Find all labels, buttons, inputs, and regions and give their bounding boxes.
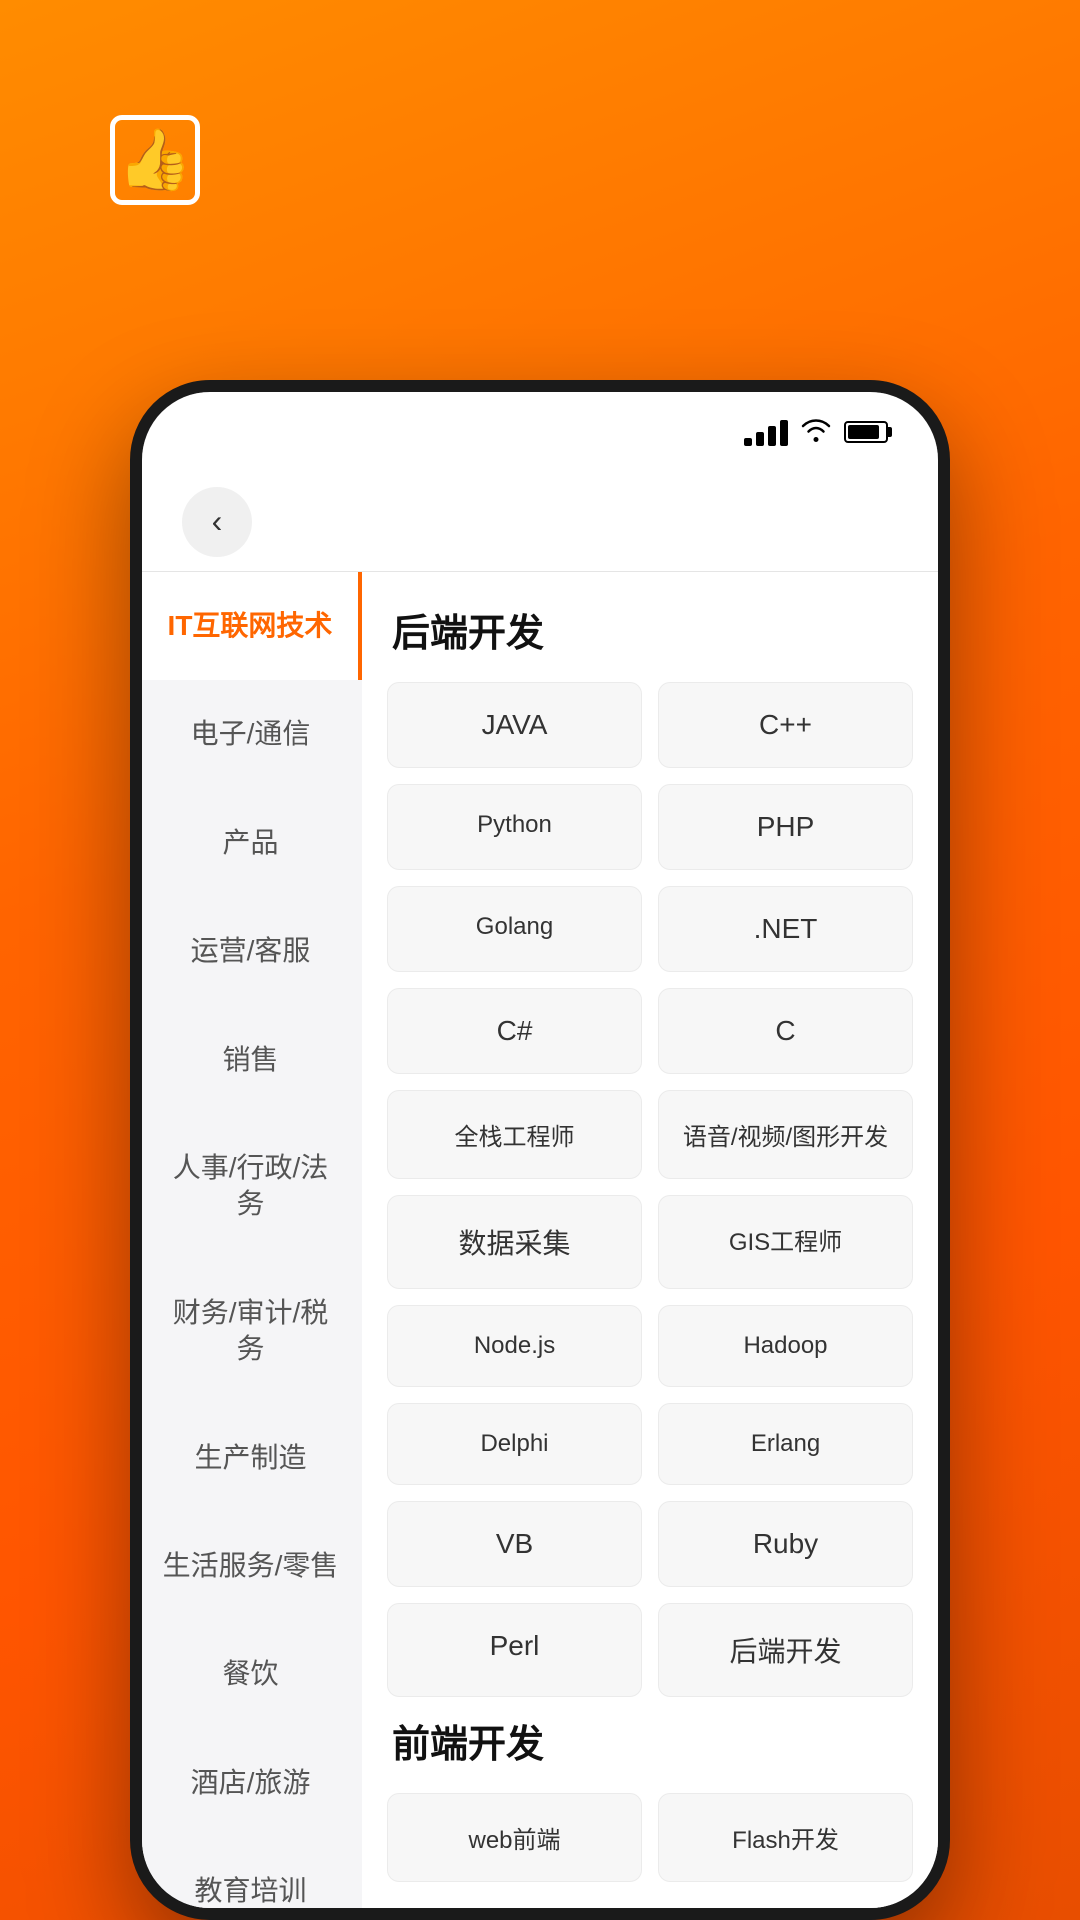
job-grid-item[interactable]: 全栈工程师 [387, 1090, 642, 1179]
job-grid-item[interactable]: Ruby [658, 1501, 913, 1587]
phone-frame: ‹ IT互联网技术电子/通信产品运营/客服销售人事/行政/法务财务/审计/税务生… [130, 380, 950, 1920]
job-grid-item[interactable]: Delphi [387, 1403, 642, 1485]
job-grid-row: PythonPHP [387, 784, 913, 870]
status-bar [142, 392, 938, 472]
thumb-icon: 👍 [110, 115, 200, 205]
job-grid-item[interactable]: Perl [387, 1603, 642, 1697]
job-grid-row: JAVAC++ [387, 682, 913, 768]
job-grid-item[interactable]: PHP [658, 784, 913, 870]
main-content: IT互联网技术电子/通信产品运营/客服销售人事/行政/法务财务/审计/税务生产制… [142, 572, 938, 1908]
job-grid-item[interactable]: 数据采集 [387, 1195, 642, 1289]
job-grid-row: Perl后端开发 [387, 1603, 913, 1697]
back-button[interactable]: ‹ [182, 487, 252, 557]
job-grid-item[interactable]: C++ [658, 682, 913, 768]
battery-icon [844, 421, 888, 443]
section-title-frontend: 前端开发 [387, 1713, 913, 1768]
job-list-content: 后端开发JAVAC++PythonPHPGolang.NETC#C全栈工程师语音… [362, 572, 938, 1908]
sidebar-item-electronics[interactable]: 电子/通信 [142, 680, 362, 788]
job-grid-item[interactable]: .NET [658, 886, 913, 972]
job-grid-item[interactable]: Hadoop [658, 1305, 913, 1387]
signal-icon [744, 418, 788, 446]
job-grid-row: C#C [387, 988, 913, 1074]
job-grid-item[interactable]: Flash开发 [658, 1793, 913, 1882]
hero-section: 👍 [0, 0, 1080, 300]
sidebar-item-food[interactable]: 餐饮 [142, 1620, 362, 1728]
sidebar-item-it[interactable]: IT互联网技术 [142, 572, 362, 680]
job-grid-row: Node.jsHadoop [387, 1305, 913, 1387]
job-grid-row: Golang.NET [387, 886, 913, 972]
job-grid-row: VBRuby [387, 1501, 913, 1587]
job-grid-row: 全栈工程师语音/视频/图形开发 [387, 1090, 913, 1179]
job-grid-item[interactable]: 语音/视频/图形开发 [658, 1090, 913, 1179]
hero-title: 👍 [80, 120, 1000, 210]
sidebar-item-hr[interactable]: 人事/行政/法务 [142, 1114, 362, 1259]
status-icons [744, 415, 888, 450]
job-grid-row: DelphiErlang [387, 1403, 913, 1485]
sidebar-item-lifestyle[interactable]: 生活服务/零售 [142, 1512, 362, 1620]
sidebar-item-finance[interactable]: 财务/审计/税务 [142, 1259, 362, 1404]
job-grid-row: web前端Flash开发 [387, 1793, 913, 1882]
sidebar-item-manufacturing[interactable]: 生产制造 [142, 1404, 362, 1512]
sidebar-item-sales[interactable]: 销售 [142, 1006, 362, 1114]
nav-bar: ‹ [142, 472, 938, 572]
section-title-backend: 后端开发 [387, 602, 913, 657]
job-grid-item[interactable]: web前端 [387, 1793, 642, 1882]
job-grid-item[interactable]: GIS工程师 [658, 1195, 913, 1289]
job-grid-item[interactable]: Node.js [387, 1305, 642, 1387]
job-grid-item[interactable]: Erlang [658, 1403, 913, 1485]
sidebar-item-product[interactable]: 产品 [142, 789, 362, 897]
phone-container: ‹ IT互联网技术电子/通信产品运营/客服销售人事/行政/法务财务/审计/税务生… [130, 380, 950, 1920]
job-grid-row: 数据采集GIS工程师 [387, 1195, 913, 1289]
job-grid-item[interactable]: JAVA [387, 682, 642, 768]
category-sidebar: IT互联网技术电子/通信产品运营/客服销售人事/行政/法务财务/审计/税务生产制… [142, 572, 362, 1908]
sidebar-item-operations[interactable]: 运营/客服 [142, 897, 362, 1005]
job-grid-item[interactable]: C [658, 988, 913, 1074]
job-grid-item[interactable]: 后端开发 [658, 1603, 913, 1697]
back-icon: ‹ [212, 503, 223, 540]
job-grid-item[interactable]: Python [387, 784, 642, 870]
wifi-icon [800, 415, 832, 450]
job-grid-item[interactable]: VB [387, 1501, 642, 1587]
job-grid-item[interactable]: C# [387, 988, 642, 1074]
sidebar-item-hotel[interactable]: 酒店/旅游 [142, 1729, 362, 1837]
job-grid-item[interactable]: Golang [387, 886, 642, 972]
sidebar-item-education[interactable]: 教育培训 [142, 1837, 362, 1908]
section-title-mobile: 移动开发 [387, 1898, 913, 1908]
